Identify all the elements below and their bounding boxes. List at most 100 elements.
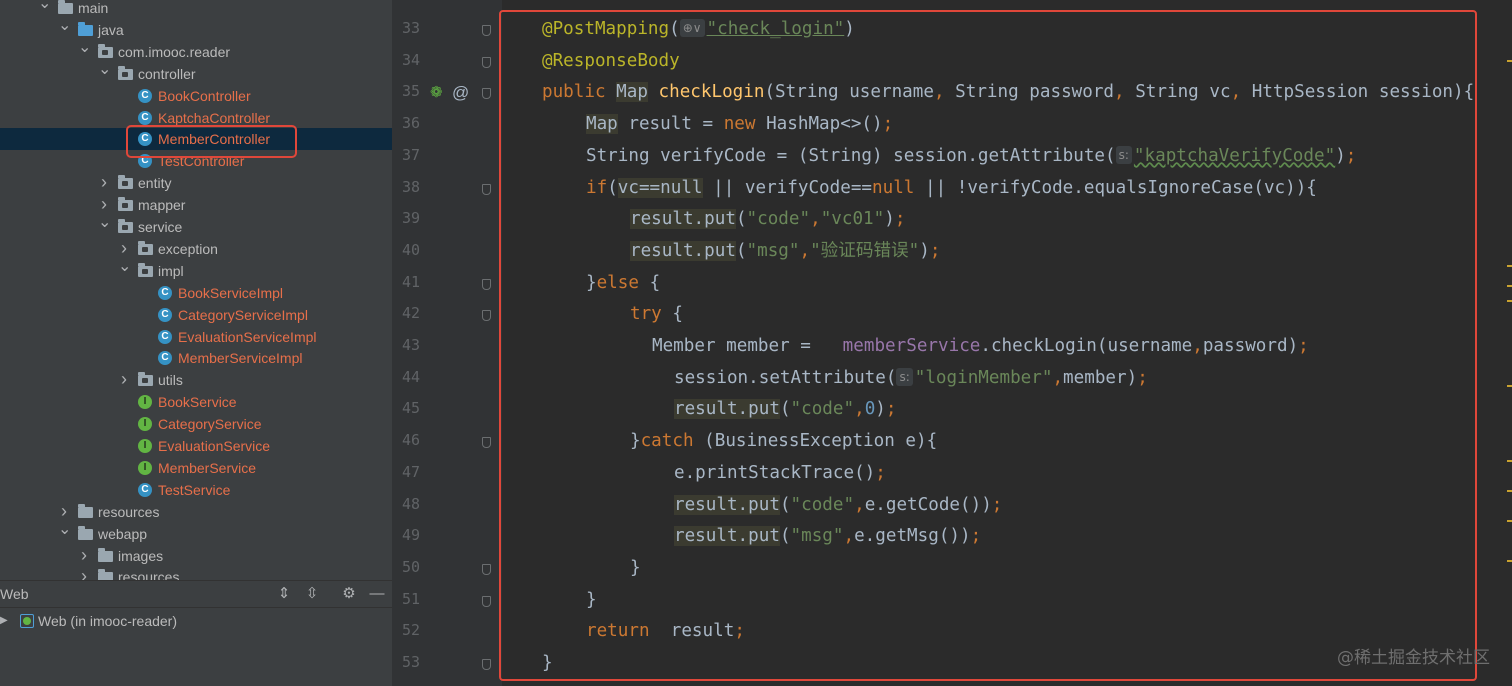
line-number: 35 [401,82,420,101]
fold-marker-icon[interactable] [482,183,491,195]
tree-item[interactable]: › resources [0,566,392,580]
line-number: 38 [401,177,420,196]
services-item-label: Web (in imooc-reader) [38,613,178,629]
fold-marker-icon[interactable] [482,310,491,322]
source-folder-icon [78,21,93,36]
package-icon [118,197,133,212]
gear-icon[interactable]: ⚙ [339,584,359,604]
fold-marker-icon[interactable] [482,278,491,290]
minimize-icon[interactable]: — [367,584,387,604]
interface-icon: I [138,395,152,410]
chevron-right-icon[interactable]: › [58,501,70,523]
tree-item[interactable]: › mapper [0,194,392,216]
chevron-right-icon[interactable]: › [78,545,90,567]
scroll-marker [1507,265,1512,267]
expand-all-icon[interactable]: ⇕ [274,584,294,604]
fold-marker-icon[interactable] [482,437,491,449]
tree-item[interactable]: › resources [0,501,392,523]
chevron-right-icon[interactable]: ▶ [0,610,10,632]
tree-item[interactable]: ⌄ impl [0,258,392,282]
project-tree: ⌄ main ⌄ java ⌄ com.imooc.reader ⌄ controller C B… [0,0,392,580]
collapse-all-icon[interactable]: ⇳ [302,584,322,604]
tree-item[interactable]: › exception [0,238,392,260]
line-number: 36 [401,114,420,133]
fold-marker-icon[interactable] [482,56,491,68]
tree-item[interactable]: C MemberServiceImpl [0,347,392,369]
chevron-right-icon[interactable]: › [78,566,90,580]
tree-item[interactable]: I EvaluationService [0,435,392,457]
scroll-marker [1507,285,1512,287]
scroll-marker [1507,460,1512,462]
fold-marker-icon[interactable] [482,595,491,607]
fold-marker-icon[interactable] [482,563,491,575]
tree-item[interactable]: C BookServiceImpl [0,282,392,304]
tree-item[interactable]: › images [0,545,392,567]
chevron-down-icon[interactable]: ⌄ [38,0,51,19]
code-highlight-box [499,10,1477,681]
tree-item[interactable]: › utils [0,369,392,391]
chevron-right-icon[interactable]: › [118,369,130,391]
chevron-down-icon[interactable]: ⌄ [78,39,91,63]
scroll-marker [1507,60,1512,62]
fold-marker-icon[interactable] [482,659,491,670]
fold-marker-icon[interactable] [482,88,491,100]
scroll-marker [1507,300,1512,302]
tree-item[interactable]: I MemberService [0,457,392,479]
chevron-down-icon[interactable]: ⌄ [98,215,111,238]
tree-item[interactable]: ⌄ webapp [0,521,392,545]
chevron-down-icon[interactable]: ⌄ [118,258,131,282]
tree-item-label: MemberService [158,459,257,476]
tree-item[interactable]: C EvaluationServiceImpl [0,326,392,348]
line-number: 33 [401,19,420,37]
interface-icon: I [138,417,152,432]
tree-item[interactable]: ⌄ controller [0,61,392,85]
services-item[interactable]: ▶ Web (in imooc-reader) [0,610,392,632]
tree-item[interactable]: ⌄ com.imooc.reader [0,39,392,63]
class-icon: C [158,329,172,344]
chevron-down-icon[interactable]: ⌄ [58,17,71,41]
code-editor[interactable]: 33 34 35 36 37 38 39 40 41 42 43 44 45 46 47 48 49 50 51 52… [392,0,1512,686]
tree-item-label: com.imooc.reader [118,43,231,60]
tree-item[interactable]: C BookController [0,85,392,107]
chevron-right-icon[interactable]: › [118,238,130,260]
chevron-down-icon[interactable]: ⌄ [98,61,111,85]
package-icon [138,372,153,387]
line-number: 48 [401,494,420,513]
line-number: 53 [401,653,420,671]
chevron-right-icon[interactable]: › [98,194,110,216]
chevron-down-icon[interactable]: ⌄ [58,521,71,545]
tree-item[interactable]: I CategoryService [0,413,392,435]
fold-marker-icon[interactable] [482,25,491,36]
line-number: 37 [401,145,420,164]
tree-item[interactable]: C TestService [0,479,392,501]
highlight-box [126,125,297,158]
tree-item[interactable]: C CategoryServiceImpl [0,304,392,326]
tree-item-label: webapp [98,525,148,542]
spring-bean-icon[interactable]: ❁ [430,84,443,102]
tree-item-label: service [138,219,183,235]
at-sign-icon[interactable]: @ [452,84,469,102]
tree-item[interactable]: › entity [0,172,392,194]
editor-gutter: 33 34 35 36 37 38 39 40 41 42 43 44 45 46 47 48 49 50 51 52… [392,0,502,686]
line-number: 50 [401,557,420,576]
line-number: 34 [401,50,420,69]
chevron-right-icon[interactable]: › [98,172,110,194]
class-icon: C [158,285,172,300]
tree-item-label: utils [158,372,183,389]
scroll-marker [1507,385,1512,387]
tree-item-label: BookController [158,87,251,104]
class-icon: C [138,110,152,125]
line-number: 44 [401,367,420,386]
tree-item-label: entity [138,175,172,192]
interface-icon: I [138,460,152,475]
line-number: 52 [401,621,420,640]
tree-item[interactable]: ⌄ java [0,17,392,41]
class-icon: C [138,88,152,103]
tree-item-label: images [118,547,164,564]
tree-item-label: EvaluationService [158,438,271,454]
package-icon [138,262,153,277]
package-icon [118,65,133,80]
tree-item[interactable]: ⌄ service [0,215,392,238]
tree-item[interactable]: I BookService [0,391,392,413]
tree-item-label: MemberServiceImpl [178,350,303,367]
